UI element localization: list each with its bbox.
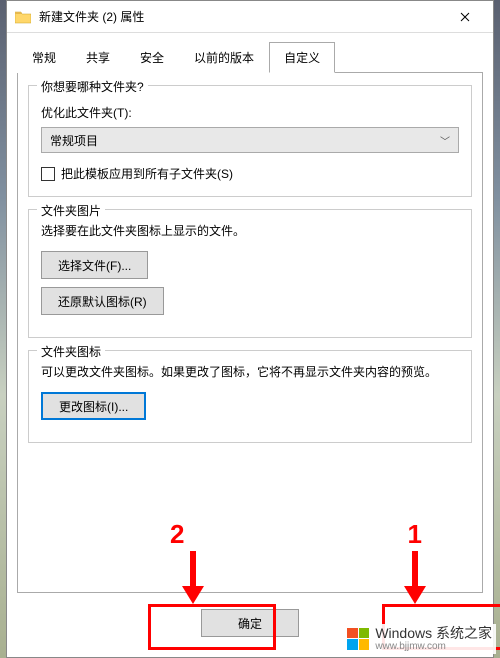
windows-logo-icon (347, 628, 369, 650)
tab-previous-versions[interactable]: 以前的版本 (179, 42, 269, 73)
folder-icon (15, 10, 31, 24)
tab-general[interactable]: 常规 (17, 42, 71, 73)
group-folder-icon-title: 文件夹图标 (37, 343, 105, 360)
tab-customize[interactable]: 自定义 (269, 42, 335, 73)
chevron-down-icon: ﹀ (440, 133, 450, 148)
group-folder-icon: 文件夹图标 可以更改文件夹图标。如果更改了图标，它将不再显示文件夹内容的预览。 … (28, 350, 472, 443)
window-title: 新建文件夹 (2) 属性 (39, 8, 445, 25)
watermark: Windows 系统之家 www.bjjmw.com (343, 624, 496, 654)
dropdown-value: 常规项目 (50, 132, 98, 149)
apply-subfolders-checkbox[interactable] (41, 167, 55, 181)
group-folder-picture: 文件夹图片 选择要在此文件夹图标上显示的文件。 选择文件(F)... 还原默认图… (28, 209, 472, 338)
watermark-main: Windows 系统之家 (375, 626, 492, 641)
apply-subfolders-row: 把此模板应用到所有子文件夹(S) (41, 165, 459, 182)
group-folder-picture-title: 文件夹图片 (37, 202, 105, 219)
close-button[interactable] (445, 3, 485, 31)
tab-share[interactable]: 共享 (71, 42, 125, 73)
titlebar: 新建文件夹 (2) 属性 (7, 1, 493, 33)
optimize-label: 优化此文件夹(T): (41, 104, 459, 121)
group-folder-kind-title: 你想要哪种文件夹? (37, 78, 148, 95)
watermark-text: Windows 系统之家 www.bjjmw.com (375, 626, 492, 652)
group-folder-kind: 你想要哪种文件夹? 优化此文件夹(T): 常规项目 ﹀ 把此模板应用到所有子文件… (28, 85, 472, 197)
tab-row: 常规 共享 安全 以前的版本 自定义 (17, 41, 483, 73)
choose-file-button[interactable]: 选择文件(F)... (41, 251, 148, 279)
watermark-sub: www.bjjmw.com (375, 641, 492, 652)
optimize-dropdown[interactable]: 常规项目 ﹀ (41, 127, 459, 153)
change-icon-button[interactable]: 更改图标(I)... (41, 392, 146, 420)
folder-picture-desc: 选择要在此文件夹图标上显示的文件。 (41, 222, 459, 241)
tab-security[interactable]: 安全 (125, 42, 179, 73)
close-icon (460, 12, 470, 22)
folder-icon-desc: 可以更改文件夹图标。如果更改了图标，它将不再显示文件夹内容的预览。 (41, 363, 459, 382)
ok-button[interactable]: 确定 (201, 609, 299, 637)
tab-content: 你想要哪种文件夹? 优化此文件夹(T): 常规项目 ﹀ 把此模板应用到所有子文件… (17, 73, 483, 593)
properties-dialog: 新建文件夹 (2) 属性 常规 共享 安全 以前的版本 自定义 你想要哪种文件夹… (6, 0, 494, 658)
restore-default-button[interactable]: 还原默认图标(R) (41, 287, 164, 315)
apply-subfolders-label: 把此模板应用到所有子文件夹(S) (61, 165, 233, 182)
